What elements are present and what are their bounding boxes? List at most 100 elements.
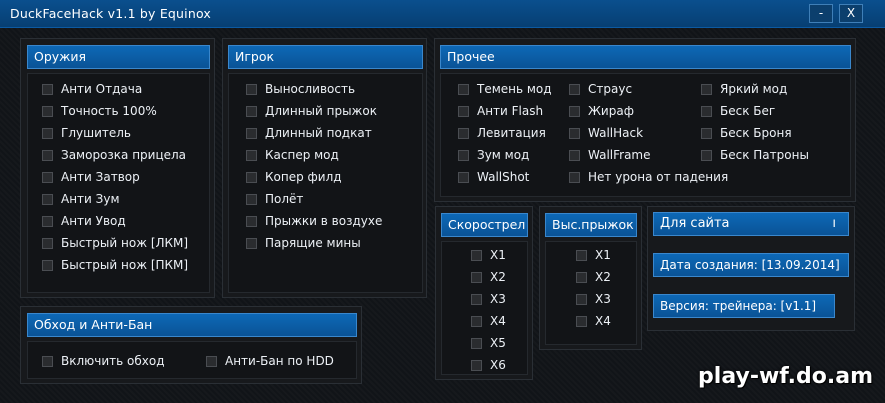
checkbox-icon[interactable] bbox=[471, 271, 482, 283]
checkbox-item[interactable]: Страус bbox=[569, 80, 632, 98]
checkbox-icon[interactable] bbox=[576, 293, 587, 305]
checkbox-icon[interactable] bbox=[42, 237, 53, 249]
checkbox-item[interactable]: WallShot bbox=[458, 168, 529, 186]
checkbox-item[interactable]: Быстрый нож [ПКМ] bbox=[42, 256, 188, 274]
checkbox-item[interactable]: Длинный подкат bbox=[246, 124, 372, 142]
checkbox-item[interactable]: Беск Бег bbox=[701, 102, 775, 120]
checkbox-item[interactable]: Нет урона от падения bbox=[569, 168, 728, 186]
player-list: Выносливость Длинный прыжок Длинный подк… bbox=[228, 73, 423, 293]
checkbox-icon[interactable] bbox=[246, 105, 257, 117]
checkbox-icon[interactable] bbox=[576, 315, 587, 327]
checkbox-item[interactable]: Быстрый нож [ЛКМ] bbox=[42, 234, 188, 252]
checkbox-item[interactable]: Прыжки в воздухе bbox=[246, 212, 382, 230]
checkbox-icon[interactable] bbox=[458, 171, 469, 183]
checkbox-icon[interactable] bbox=[246, 127, 257, 139]
checkbox-item[interactable]: X4 bbox=[576, 312, 611, 330]
checkbox-icon[interactable] bbox=[42, 171, 53, 183]
checkbox-label: Выносливость bbox=[265, 82, 356, 96]
checkbox-label: Беск Броня bbox=[720, 126, 792, 140]
checkbox-icon[interactable] bbox=[701, 105, 712, 117]
checkbox-item[interactable]: X4 bbox=[471, 312, 506, 330]
close-button[interactable]: X bbox=[839, 4, 863, 23]
checkbox-item[interactable]: X1 bbox=[576, 246, 611, 264]
checkbox-icon[interactable] bbox=[42, 215, 53, 227]
checkbox-item[interactable]: Выносливость bbox=[246, 80, 355, 98]
checkbox-item[interactable]: Включить обход bbox=[42, 352, 165, 370]
checkbox-icon[interactable] bbox=[42, 355, 53, 367]
high-jump-title: Выс.прыжок bbox=[545, 213, 637, 237]
checkbox-item[interactable]: Копер филд bbox=[246, 168, 342, 186]
checkbox-icon[interactable] bbox=[42, 149, 53, 161]
checkbox-icon[interactable] bbox=[701, 149, 712, 161]
checkbox-icon[interactable] bbox=[569, 127, 580, 139]
checkbox-icon[interactable] bbox=[458, 127, 469, 139]
checkbox-icon[interactable] bbox=[576, 249, 587, 261]
checkbox-label: Глушитель bbox=[61, 126, 131, 140]
checkbox-item[interactable]: Темень мод bbox=[458, 80, 552, 98]
checkbox-icon[interactable] bbox=[471, 359, 482, 371]
checkbox-item[interactable]: Яркий мод bbox=[701, 80, 787, 98]
checkbox-item[interactable]: WallHack bbox=[569, 124, 643, 142]
checkbox-icon[interactable] bbox=[569, 83, 580, 95]
checkbox-item[interactable]: Анти Отдача bbox=[42, 80, 142, 98]
checkbox-icon[interactable] bbox=[701, 127, 712, 139]
checkbox-icon[interactable] bbox=[458, 149, 469, 161]
checkbox-item[interactable]: Парящие мины bbox=[246, 234, 361, 252]
checkbox-icon[interactable] bbox=[246, 149, 257, 161]
checkbox-item[interactable]: Анти Затвор bbox=[42, 168, 140, 186]
high-jump-panel: Выс.прыжок X1 X2 X3 X4 bbox=[539, 206, 642, 350]
checkbox-item[interactable]: X5 bbox=[471, 334, 506, 352]
checkbox-item[interactable]: X3 bbox=[576, 290, 611, 308]
checkbox-icon[interactable] bbox=[569, 149, 580, 161]
checkbox-icon[interactable] bbox=[246, 237, 257, 249]
checkbox-icon[interactable] bbox=[458, 105, 469, 117]
checkbox-icon[interactable] bbox=[471, 293, 482, 305]
checkbox-item[interactable]: X6 bbox=[471, 356, 506, 374]
rate-of-fire-list: X1 X2 X3 X4 X5 X6 bbox=[441, 241, 528, 375]
checkbox-item[interactable]: Беск Броня bbox=[701, 124, 792, 142]
checkbox-icon[interactable] bbox=[42, 193, 53, 205]
checkbox-label: WallFrame bbox=[588, 148, 651, 162]
checkbox-icon[interactable] bbox=[471, 249, 482, 261]
checkbox-item[interactable]: Левитация bbox=[458, 124, 546, 142]
checkbox-item[interactable]: X2 bbox=[471, 268, 506, 286]
checkbox-item[interactable]: Заморозка прицела bbox=[42, 146, 186, 164]
checkbox-icon[interactable] bbox=[246, 83, 257, 95]
checkbox-item[interactable]: Глушитель bbox=[42, 124, 131, 142]
checkbox-icon[interactable] bbox=[471, 315, 482, 327]
checkbox-icon[interactable] bbox=[471, 337, 482, 349]
minimize-button[interactable]: - bbox=[809, 4, 833, 23]
checkbox-item[interactable]: Точность 100% bbox=[42, 102, 157, 120]
checkbox-icon[interactable] bbox=[246, 215, 257, 227]
checkbox-icon[interactable] bbox=[246, 193, 257, 205]
checkbox-item[interactable]: X2 bbox=[576, 268, 611, 286]
checkbox-item[interactable]: Жираф bbox=[569, 102, 634, 120]
checkbox-icon[interactable] bbox=[576, 271, 587, 283]
checkbox-item[interactable]: Длинный прыжок bbox=[246, 102, 377, 120]
title-bar[interactable]: DuckFaceHack v1.1 by Equinox - X bbox=[0, 0, 885, 28]
checkbox-icon[interactable] bbox=[458, 83, 469, 95]
checkbox-icon[interactable] bbox=[569, 171, 580, 183]
checkbox-icon[interactable] bbox=[569, 105, 580, 117]
checkbox-item[interactable]: Зум мод bbox=[458, 146, 529, 164]
checkbox-icon[interactable] bbox=[246, 171, 257, 183]
checkbox-icon[interactable] bbox=[42, 105, 53, 117]
checkbox-item[interactable]: Беск Патроны bbox=[701, 146, 809, 164]
checkbox-label: Быстрый нож [ЛКМ] bbox=[61, 236, 189, 250]
checkbox-item[interactable]: X1 bbox=[471, 246, 506, 264]
weapons-panel: Оружия Анти Отдача Точность 100% Глушите… bbox=[20, 38, 215, 298]
checkbox-item[interactable]: X3 bbox=[471, 290, 506, 308]
checkbox-icon[interactable] bbox=[701, 83, 712, 95]
checkbox-item[interactable]: Анти Flash bbox=[458, 102, 543, 120]
checkbox-icon[interactable] bbox=[206, 355, 217, 367]
checkbox-icon[interactable] bbox=[42, 127, 53, 139]
checkbox-item[interactable]: Анти Зум bbox=[42, 190, 120, 208]
checkbox-icon[interactable] bbox=[42, 259, 53, 271]
site-button[interactable]: Для сайта ı bbox=[653, 212, 849, 236]
checkbox-item[interactable]: Анти-Бан по HDD bbox=[206, 352, 334, 370]
checkbox-item[interactable]: WallFrame bbox=[569, 146, 651, 164]
checkbox-icon[interactable] bbox=[42, 83, 53, 95]
checkbox-item[interactable]: Полёт bbox=[246, 190, 303, 208]
checkbox-item[interactable]: Каспер мод bbox=[246, 146, 339, 164]
checkbox-item[interactable]: Анти Увод bbox=[42, 212, 126, 230]
